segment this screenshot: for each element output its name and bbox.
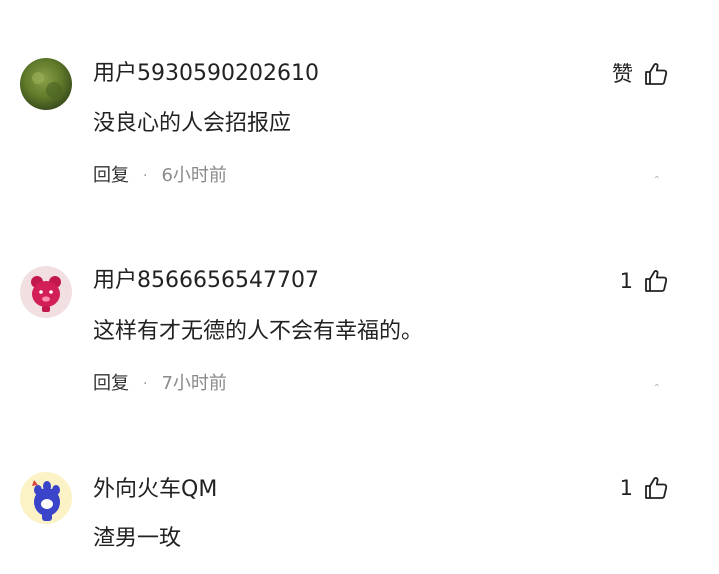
comment-text: 渣男一玫 <box>93 526 182 551</box>
like-button[interactable]: 1 <box>620 475 669 501</box>
cat-paw-avatar-icon <box>20 472 72 524</box>
user-avatar[interactable] <box>20 472 72 524</box>
thumbs-up-icon <box>645 477 668 499</box>
like-count: 1 <box>619 476 633 500</box>
username[interactable]: 外向火车QM <box>93 476 217 504</box>
comment-item: 外向火车QM 渣男一玫 1 <box>0 0 719 574</box>
